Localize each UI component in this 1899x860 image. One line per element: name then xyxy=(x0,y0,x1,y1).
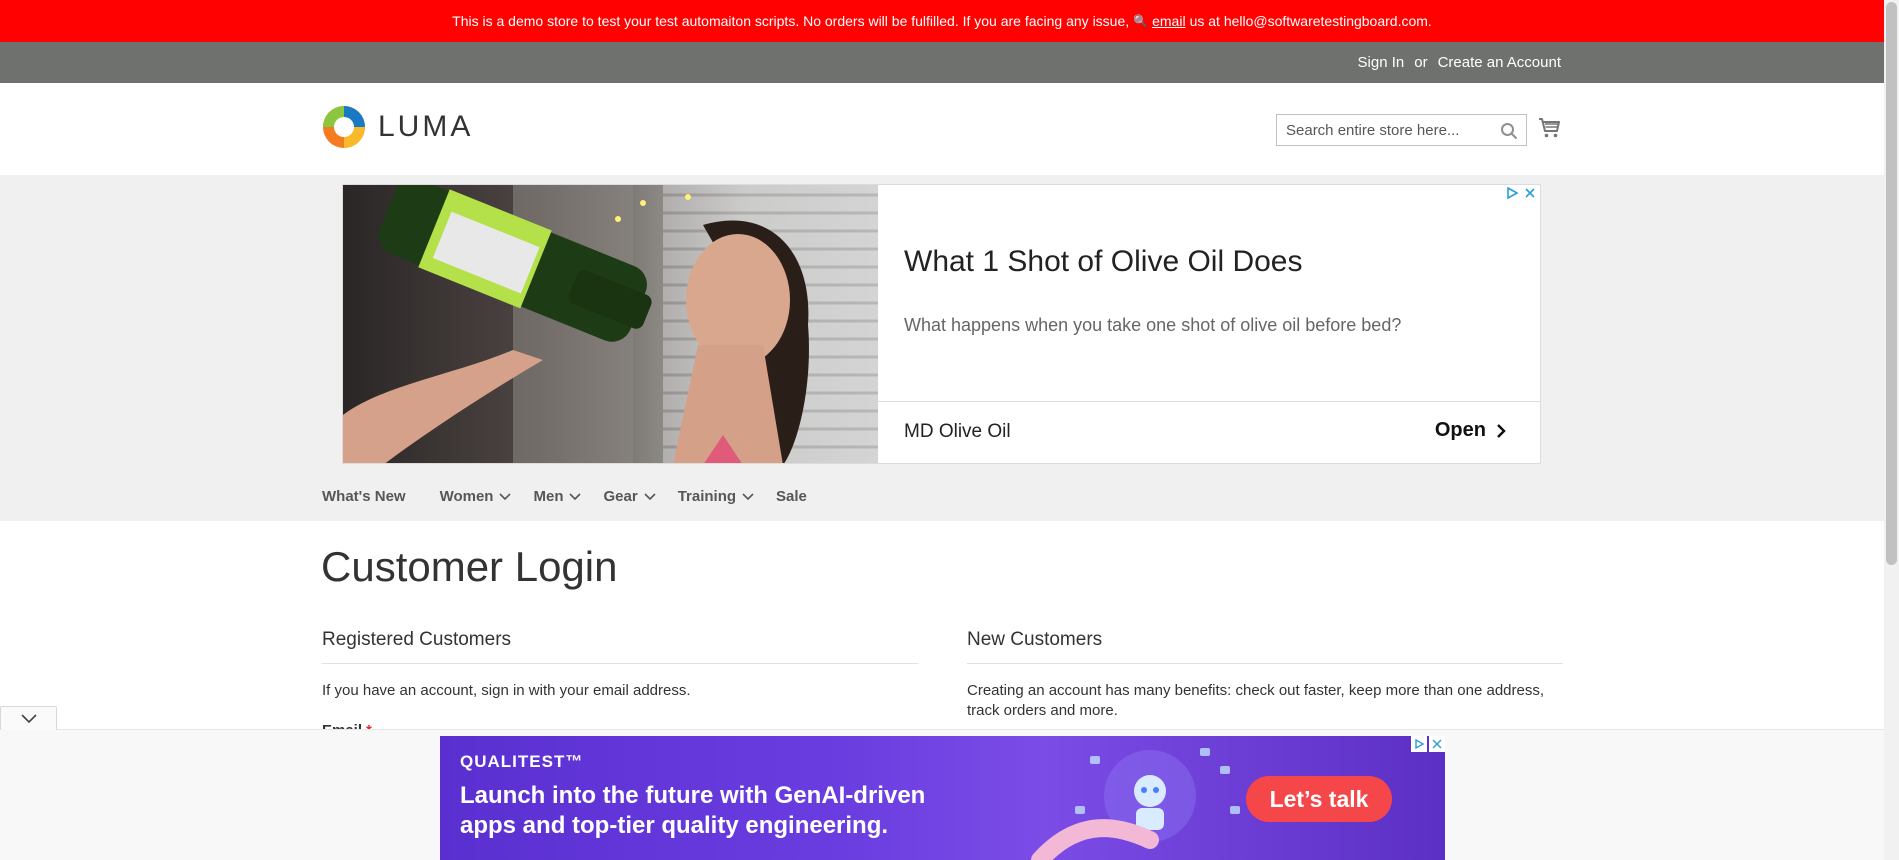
nav-item-label: Men xyxy=(533,488,564,505)
bottom-display-ad[interactable]: QUALITEST™ Launch into the future with G… xyxy=(440,736,1445,860)
nav-item-gear[interactable]: Gear xyxy=(603,488,656,505)
chevron-down-icon xyxy=(499,492,512,500)
new-customers-section: New Customers Creating an account has ma… xyxy=(967,629,1563,721)
registered-customers-section: Registered Customers If you have an acco… xyxy=(322,629,918,701)
nav-item-whats-new[interactable]: What's New xyxy=(322,488,406,505)
site-header: LUMA xyxy=(0,83,1884,175)
luma-logo-icon xyxy=(323,106,365,148)
new-customers-text: Creating an account has many benefits: c… xyxy=(967,682,1545,719)
sign-in-link[interactable]: Sign In xyxy=(1358,54,1405,71)
nav-item-label: What's New xyxy=(322,488,406,505)
bottom-ad-cta-button[interactable]: Let’s talk xyxy=(1246,776,1392,822)
adchoices-icon[interactable] xyxy=(1506,187,1518,199)
logo[interactable]: LUMA xyxy=(322,105,473,149)
nav-item-training[interactable]: Training xyxy=(678,488,754,505)
bottom-ad-line-1: Launch into the future with GenAI-driven xyxy=(460,782,926,809)
ad-content: What 1 Shot of Olive Oil Does What happe… xyxy=(878,185,1540,463)
ad-open-label: Open xyxy=(1434,419,1486,441)
scrollbar-thumb[interactable] xyxy=(1886,2,1897,565)
demo-notice-bar: This is a demo store to test your test a… xyxy=(0,0,1884,42)
create-account-link[interactable]: Create an Account xyxy=(1438,54,1561,71)
nav-item-label: Training xyxy=(677,488,737,505)
search-input[interactable] xyxy=(1277,115,1526,145)
ad-title[interactable]: What 1 Shot of Olive Oil Does xyxy=(904,245,1303,279)
nav-item-label: Gear xyxy=(603,488,638,505)
nav-item-women[interactable]: Women xyxy=(440,488,512,505)
chevron-down-icon xyxy=(20,713,37,723)
bottom-ad-line-2: apps and top-tier quality engineering. xyxy=(460,812,889,839)
nav-item-sale[interactable]: Sale xyxy=(776,488,807,505)
chevron-down-icon xyxy=(569,492,582,500)
ad-open-button[interactable]: Open xyxy=(1435,419,1506,442)
email-link[interactable]: email xyxy=(1152,13,1185,29)
ad-description: What happens when you take one shot of o… xyxy=(904,315,1402,335)
chevron-down-icon xyxy=(742,492,754,500)
logo-text: LUMA xyxy=(378,110,474,143)
ad-divider xyxy=(878,401,1540,402)
nav-item-label: Sale xyxy=(776,488,807,505)
display-ad[interactable]: What 1 Shot of Olive Oil Does What happe… xyxy=(342,184,1541,464)
nav-item-label: Women xyxy=(439,488,494,505)
ad-brand: MD Olive Oil xyxy=(904,421,1011,442)
nav-item-men[interactable]: Men xyxy=(533,488,582,505)
search-icon[interactable] xyxy=(1500,122,1518,140)
registered-customers-title: Registered Customers xyxy=(322,629,918,664)
magnifier-icon: 🔍 xyxy=(1133,14,1149,28)
close-icon[interactable] xyxy=(1429,736,1445,752)
ad-photo xyxy=(343,185,878,463)
chevron-down-icon xyxy=(644,492,656,500)
account-links: Sign In or Create an Account xyxy=(1358,54,1561,71)
bottom-ad-choices xyxy=(1411,736,1445,752)
or-text: or xyxy=(1414,54,1428,71)
demo-notice-text: This is a demo store to test your test a… xyxy=(452,13,1130,29)
close-icon[interactable] xyxy=(1524,187,1536,199)
main-navigation: What's New Women Men Gear Training Sale xyxy=(322,488,807,505)
page-title: Customer Login xyxy=(321,543,618,590)
chevron-right-icon xyxy=(1497,423,1506,438)
registered-customers-text: If you have an account, sign in with you… xyxy=(322,682,691,699)
adchoices-icon[interactable] xyxy=(1411,736,1427,752)
bottom-ad-brand: QUALITEST™ xyxy=(460,752,584,771)
collapse-ad-toggle[interactable] xyxy=(0,706,57,730)
search-box xyxy=(1276,114,1527,146)
new-customers-title: New Customers xyxy=(967,629,1563,664)
cart-icon[interactable] xyxy=(1538,116,1562,140)
ad-choices xyxy=(1506,187,1536,199)
panel-header: Sign In or Create an Account xyxy=(0,42,1884,83)
demo-notice-text-after: us at hello@softwaretestingboard.com. xyxy=(1189,13,1432,29)
